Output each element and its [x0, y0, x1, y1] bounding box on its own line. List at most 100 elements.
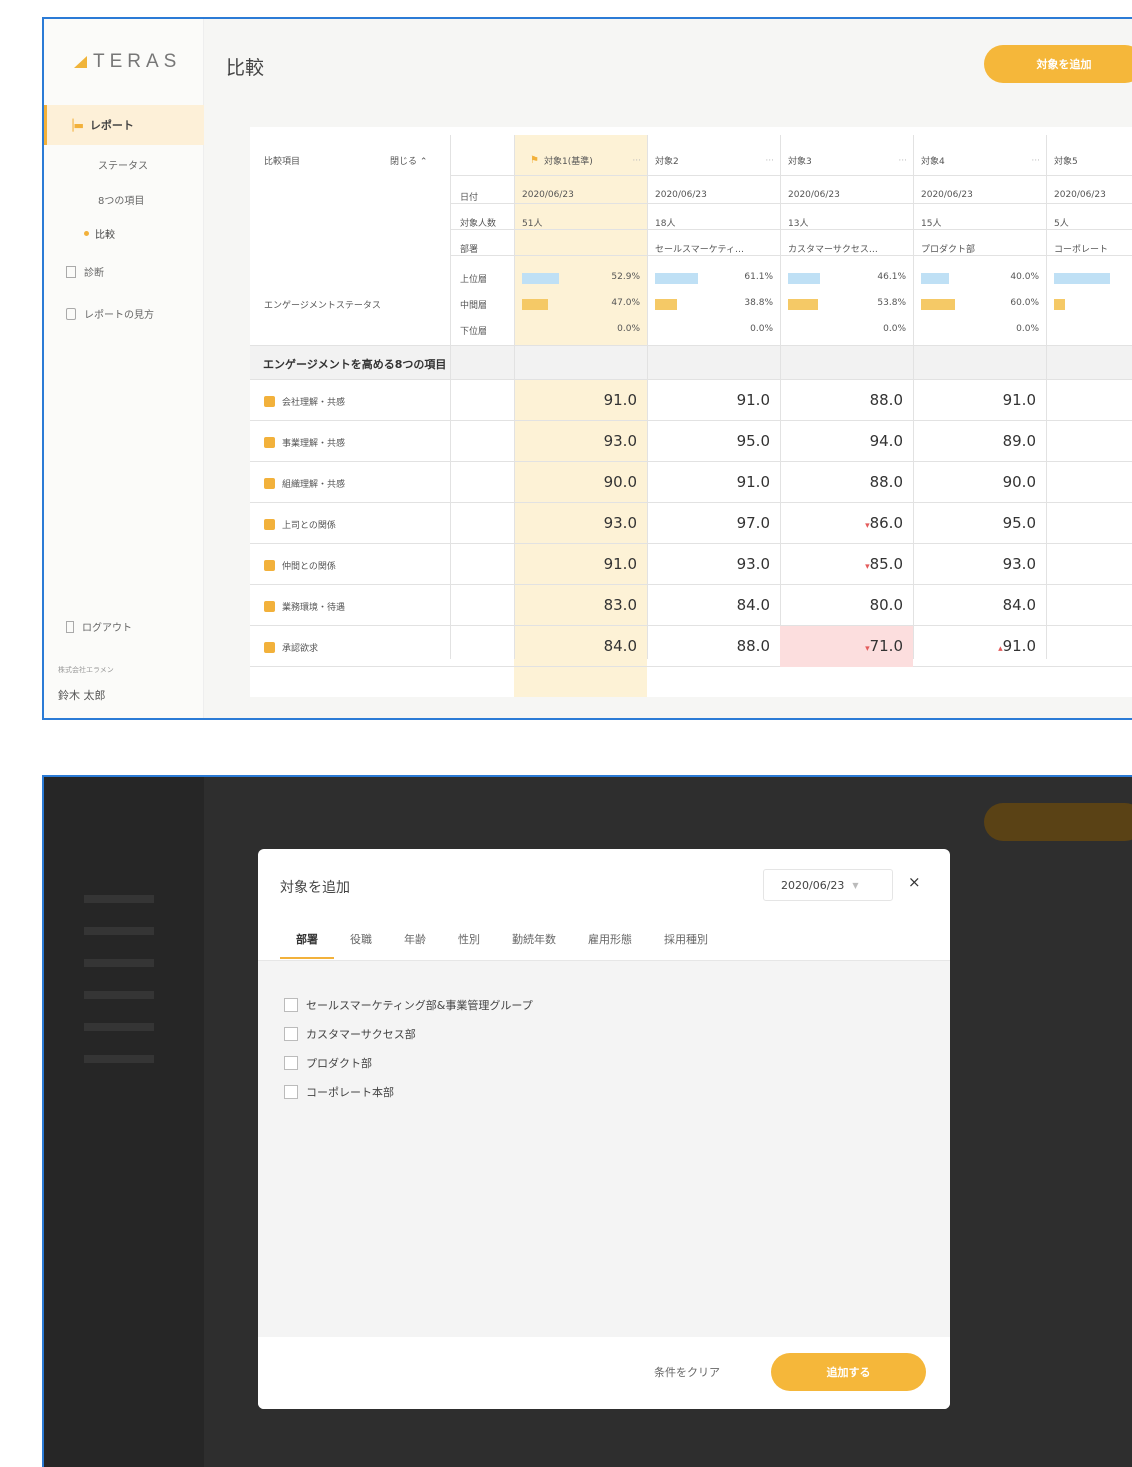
sidebar-item-report[interactable]: ▕▬ レポート	[44, 105, 204, 145]
chevron-up-icon: ⌃	[419, 157, 428, 167]
item-name: 組織理解・共感	[282, 480, 346, 490]
target-name: 対象1(基準)	[543, 157, 593, 167]
sidebar-item-guide[interactable]: レポートの見方	[66, 306, 154, 321]
item-icon	[264, 396, 275, 407]
tab-6[interactable]: 雇用形態	[572, 931, 648, 959]
close-toggle[interactable]: 閉じる ⌃	[390, 154, 427, 167]
date-value: 2020/06/23	[781, 878, 845, 892]
option-row[interactable]: カスタマーサクセス部	[284, 1026, 416, 1042]
report-icon: ▕▬	[65, 118, 84, 132]
target-header-2[interactable]: 対象2 ···	[655, 154, 774, 168]
filter-tabs: 部署 役職 年齢 性別 勤続年数 雇用形態 採用種別	[280, 931, 724, 959]
dimmed-nav-item	[84, 1023, 154, 1031]
target-header-5[interactable]: 対象5···	[1054, 154, 1132, 167]
level-value: 38.8%	[744, 298, 773, 308]
dimmed-nav-item	[84, 895, 154, 903]
tab-1[interactable]: 部署	[280, 931, 334, 959]
item-icon	[264, 642, 275, 653]
row-divider	[450, 255, 1132, 256]
target-date: 2020/06/23	[655, 190, 707, 200]
target-dept: カスタマーサクセス…	[788, 245, 878, 255]
item-icon	[264, 560, 275, 571]
item-icon	[264, 601, 275, 612]
date-select[interactable]: 2020/06/23 ▼	[763, 869, 893, 901]
target-header-4[interactable]: 対象4 ···	[921, 154, 1040, 168]
score-cell: 95.0	[680, 432, 770, 450]
book-icon	[66, 307, 76, 320]
row-divider	[250, 502, 1132, 503]
level-value: 40.0%	[1010, 272, 1039, 282]
modal-footer: 条件をクリア 追加する	[258, 1337, 950, 1409]
submit-add-button[interactable]: 追加する	[771, 1353, 926, 1391]
row-divider	[450, 175, 1132, 176]
option-label: カスタマーサクセス部	[306, 1028, 416, 1041]
logout-button[interactable]: ログアウト	[66, 619, 132, 634]
level-value: 61.1%	[744, 272, 773, 282]
row-divider	[450, 203, 1132, 204]
column-divider	[780, 135, 781, 659]
sidebar-item-diagnosis[interactable]: 診断	[66, 264, 104, 279]
tab-3[interactable]: 年齢	[388, 931, 442, 959]
add-target-button[interactable]: 対象を追加	[984, 45, 1132, 83]
option-label: プロダクト部	[306, 1057, 372, 1070]
score-cell: 95.0	[946, 514, 1036, 532]
item-label: 承認欲求	[264, 641, 318, 654]
checkbox[interactable]	[284, 998, 298, 1012]
bar-mid	[921, 299, 955, 310]
score-cell: ▴91.0	[946, 637, 1036, 655]
option-row[interactable]: プロダクト部	[284, 1055, 372, 1071]
score-value: 93.0	[603, 432, 637, 450]
bar-top	[655, 273, 698, 284]
tab-5[interactable]: 勤続年数	[496, 931, 572, 959]
target-header-3[interactable]: 対象3 ···	[788, 154, 907, 168]
target-count: 13人	[788, 219, 809, 229]
logo-text: TERAS	[93, 51, 182, 72]
score-cell: 93.0	[547, 514, 637, 532]
add-target-modal-screen: 対象を追加 2020/06/23 ▼ × 部署 役職 年齢 性別 勤続年数 雇用形態 採用種…	[42, 775, 1132, 1467]
tab-4[interactable]: 性別	[442, 931, 496, 959]
caret-down-icon: ▼	[852, 880, 859, 890]
compare-items-label: 比較項目	[264, 157, 301, 167]
checkbox[interactable]	[284, 1027, 298, 1041]
score-value: 84.0	[1002, 596, 1036, 614]
clear-conditions-button[interactable]: 条件をクリア	[654, 1364, 720, 1380]
item-name: 仲間との関係	[282, 562, 336, 572]
tab-7[interactable]: 採用種別	[648, 931, 724, 959]
target-date: 2020/06/23	[921, 190, 973, 200]
dimmed-nav-item	[84, 927, 154, 935]
checkbox[interactable]	[284, 1056, 298, 1070]
score-value: 88.0	[869, 391, 903, 409]
column-divider	[514, 135, 515, 659]
logout-label: ログアウト	[82, 623, 132, 634]
flag-icon: ⚑	[530, 155, 539, 166]
option-row[interactable]: セールスマーケティング部&事業管理グループ	[284, 997, 533, 1013]
target-dept: セールスマーケティ…	[655, 245, 745, 255]
more-icon: ···	[1031, 155, 1040, 166]
item-icon	[264, 437, 275, 448]
option-row[interactable]: コーポレート本部	[284, 1084, 394, 1100]
target-name: 対象4	[921, 157, 945, 167]
level-value: 0.0%	[617, 324, 640, 334]
logo-icon	[74, 56, 87, 68]
item-label: 業務環境・待遇	[264, 600, 345, 613]
more-icon: ···	[898, 155, 907, 166]
item-name: 会社理解・共感	[282, 398, 346, 408]
dimmed-add-button	[984, 803, 1132, 841]
close-label: 閉じる	[390, 157, 418, 167]
row-divider	[450, 229, 1132, 230]
tab-2[interactable]: 役職	[334, 931, 388, 959]
target-header-1[interactable]: ⚑ 対象1(基準) ···	[522, 154, 641, 167]
column-divider	[913, 135, 914, 659]
checkbox[interactable]	[284, 1085, 298, 1099]
sidebar-item-compare[interactable]: 比較	[84, 226, 115, 241]
close-icon[interactable]: ×	[908, 873, 921, 891]
dimmed-nav-item	[84, 959, 154, 967]
bar-mid	[522, 299, 548, 310]
sidebar-item-status[interactable]: ステータス	[98, 157, 148, 172]
sidebar-item-eight-items[interactable]: 8つの項目	[98, 192, 144, 207]
logo[interactable]: TERAS	[74, 51, 181, 73]
score-cell: 91.0	[547, 391, 637, 409]
target-date: 2020/06/23	[1054, 190, 1106, 200]
option-label: コーポレート本部	[306, 1086, 394, 1099]
comparison-screen: TERAS ▕▬ レポート ステータス 8つの項目 比較 診断 レポートの見方 …	[42, 17, 1132, 720]
